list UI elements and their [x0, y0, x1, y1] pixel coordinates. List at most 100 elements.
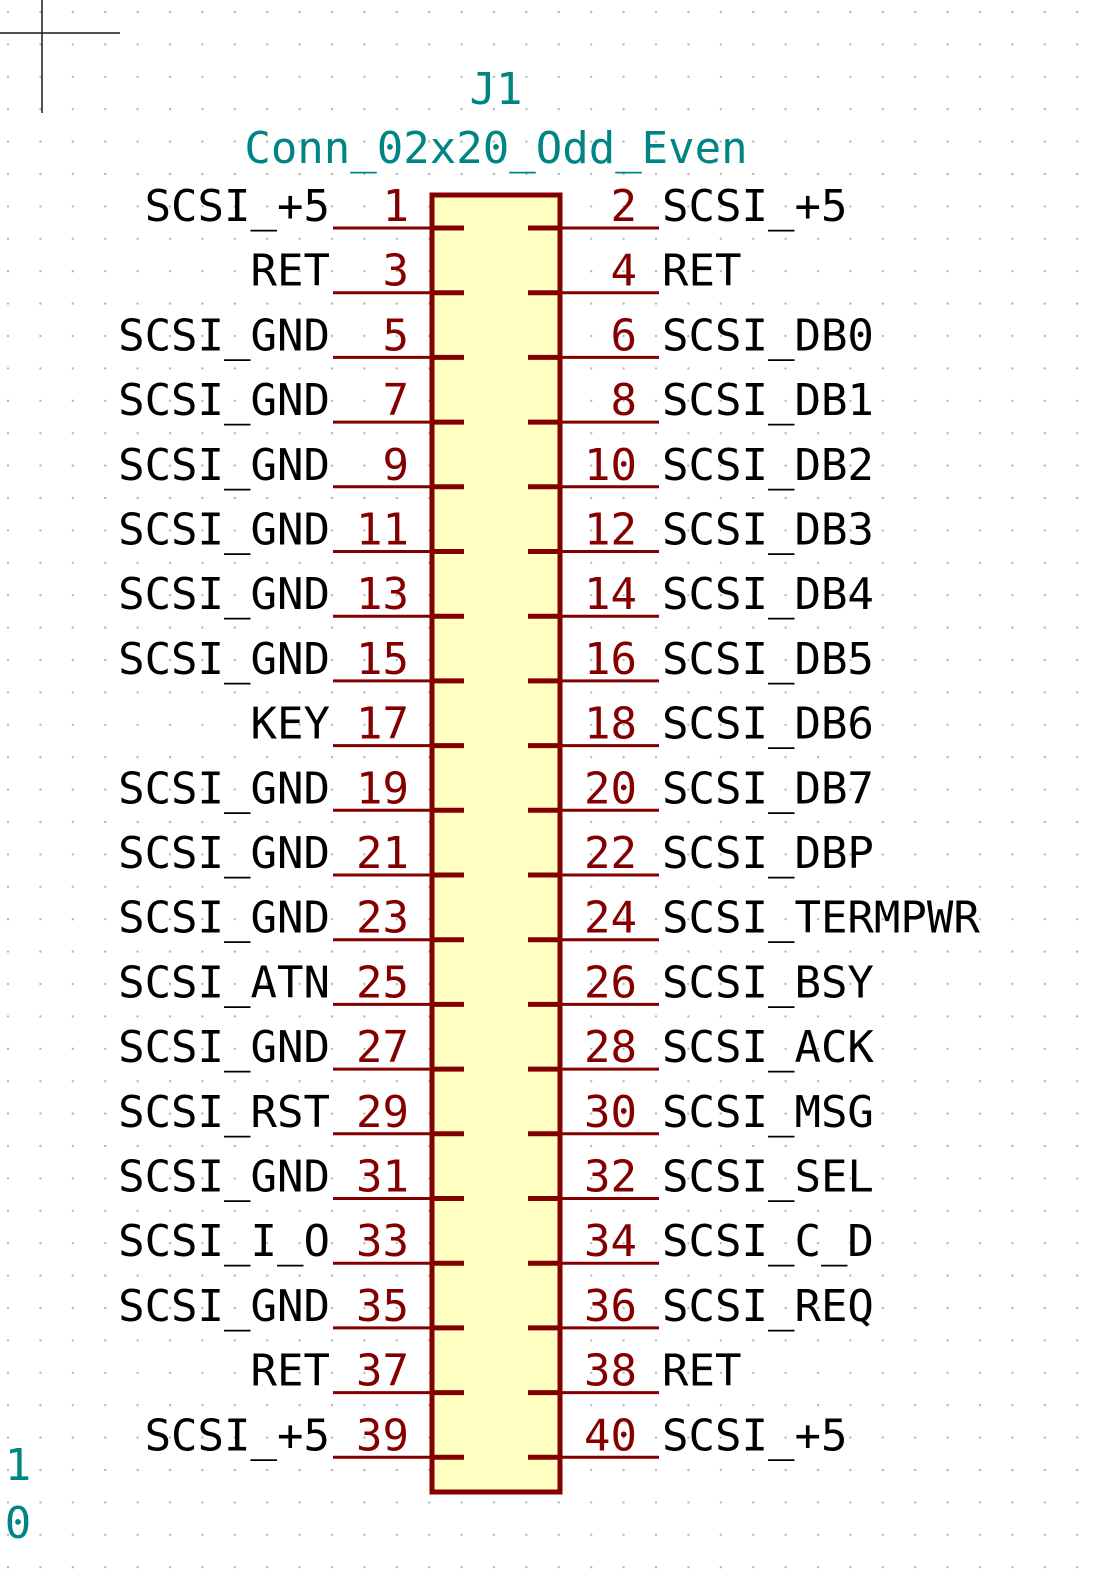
pin-11[interactable]: 11 SCSI_GND [118, 505, 432, 556]
grid-dot [104, 367, 107, 370]
grid-dot [428, 75, 431, 79]
grid-dot [330, 108, 334, 111]
pin-28[interactable]: 28 SCSI_ACK [560, 1022, 874, 1073]
grid-dot [978, 1242, 982, 1245]
pin-17[interactable]: 17 KEY [251, 699, 432, 750]
pin-20[interactable]: 20 SCSI_DB7 [560, 763, 874, 814]
pin-37[interactable]: 37 RET [251, 1346, 432, 1397]
grid-dot [266, 1533, 269, 1537]
pin-39[interactable]: 39 SCSI_+5 [145, 1410, 432, 1461]
grid-dot [752, 1468, 755, 1472]
grid-dot [784, 10, 787, 14]
pin-12[interactable]: 12 SCSI_DB3 [560, 505, 874, 556]
grid-dot [363, 1339, 366, 1342]
pin-29[interactable]: 29 SCSI_RST [118, 1087, 432, 1138]
grid-dot [719, 75, 722, 79]
pin-name: SCSI_ATN [118, 957, 330, 1008]
grid-dot [622, 1144, 625, 1148]
grid-dot [1076, 1404, 1079, 1407]
pin-27[interactable]: 27 SCSI_GND [118, 1022, 432, 1073]
symbol-value[interactable]: Conn_02x20_Odd_Even [244, 123, 747, 174]
pin-19[interactable]: 19 SCSI_GND [118, 763, 432, 814]
pin-23[interactable]: 23 SCSI_GND [118, 893, 432, 944]
pin-18[interactable]: 18 SCSI_DB6 [560, 699, 874, 750]
pin-1[interactable]: 1 SCSI_+5 [145, 181, 432, 232]
pin-2[interactable]: 2 SCSI_+5 [560, 181, 847, 232]
grid-dot [784, 1015, 787, 1018]
grid-dot [816, 626, 820, 629]
grid-dot [6, 561, 10, 564]
grid-dot [914, 399, 917, 402]
pin-40[interactable]: 40 SCSI_+5 [560, 1410, 847, 1461]
grid-dot [654, 464, 658, 467]
grid-dot [428, 1566, 431, 1569]
grid-dot [330, 367, 334, 370]
schematic-canvas[interactable]: J1 Conn_02x20_Odd_Even 1 SCSI_+5 3 RET 5 SCSI… [0, 0, 1108, 1578]
pin-36[interactable]: 36 SCSI_REQ [560, 1281, 874, 1332]
pin-7[interactable]: 7 SCSI_GND [118, 375, 432, 426]
grid-dot [104, 561, 107, 564]
pin-32[interactable]: 32 SCSI_SEL [560, 1152, 874, 1203]
grid-dot [1043, 140, 1047, 143]
pin-4[interactable]: 4 RET [560, 246, 741, 297]
grid-dot [654, 270, 658, 273]
pin-15[interactable]: 15 SCSI_GND [118, 634, 432, 685]
grid-dot [946, 10, 949, 14]
pin-5[interactable]: 5 SCSI_GND [118, 310, 432, 361]
grid-dot [233, 626, 236, 629]
grid-dot [1076, 1047, 1079, 1051]
grid-dot [266, 691, 269, 694]
grid-dot [104, 399, 107, 402]
pin-35[interactable]: 35 SCSI_GND [118, 1281, 432, 1332]
grid-dot [233, 432, 236, 435]
pin-9[interactable]: 9 SCSI_GND [118, 440, 432, 491]
pin-26[interactable]: 26 SCSI_BSY [560, 957, 874, 1008]
grid-dot [136, 1468, 139, 1472]
pin-name: SCSI_+5 [662, 181, 847, 232]
connector-body[interactable] [429, 192, 563, 1495]
grid-dot [946, 982, 949, 986]
pin-25[interactable]: 25 SCSI_ATN [118, 957, 432, 1008]
pin-name: SCSI_GND [118, 1152, 330, 1203]
grid-dot [946, 1112, 949, 1115]
pin-number: 21 [356, 828, 409, 879]
pin-24[interactable]: 24 SCSI_TERMPWR [560, 893, 980, 944]
grid-dot [622, 626, 625, 629]
pin-31[interactable]: 31 SCSI_GND [118, 1152, 432, 1203]
grid-dot [1076, 1339, 1079, 1342]
grid-dot [104, 334, 107, 338]
grid-dot [136, 1404, 139, 1407]
pin-8[interactable]: 8 SCSI_DB1 [560, 375, 874, 426]
pin-30[interactable]: 30 SCSI_MSG [560, 1087, 874, 1138]
grid-dot [460, 1566, 463, 1569]
grid-dot [914, 885, 917, 888]
grid-dot [104, 529, 107, 532]
grid-dot [784, 496, 787, 500]
grid-dot [654, 1566, 658, 1569]
grid-dot [719, 1468, 722, 1472]
grid-dot [622, 691, 625, 694]
pin-38[interactable]: 38 RET [560, 1346, 741, 1397]
grid-dot [654, 1501, 658, 1504]
pin-10[interactable]: 10 SCSI_DB2 [560, 440, 874, 491]
pin-34[interactable]: 34 SCSI_C_D [560, 1216, 874, 1267]
pin-14[interactable]: 14 SCSI_DB4 [560, 569, 874, 620]
pin-21[interactable]: 21 SCSI_GND [118, 828, 432, 879]
grid-dot [298, 885, 301, 888]
pin-16[interactable]: 16 SCSI_DB5 [560, 634, 874, 685]
grid-dot [363, 561, 366, 564]
symbol-reference[interactable]: J1 [470, 64, 523, 115]
grid-dot [1076, 950, 1079, 953]
pin-6[interactable]: 6 SCSI_DB0 [560, 310, 874, 361]
grid-dot [298, 950, 301, 953]
grid-dot [6, 270, 10, 273]
pin-33[interactable]: 33 SCSI_I_O [118, 1216, 432, 1267]
pin-22[interactable]: 22 SCSI_DBP [560, 828, 874, 879]
grid-dot [946, 1339, 949, 1342]
grid-dot [590, 1080, 593, 1083]
grid-dot [1011, 885, 1014, 888]
grid-dot [1043, 788, 1047, 791]
pin-name: SCSI_GND [118, 310, 330, 361]
pin-3[interactable]: 3 RET [251, 246, 432, 297]
pin-13[interactable]: 13 SCSI_GND [118, 569, 432, 620]
